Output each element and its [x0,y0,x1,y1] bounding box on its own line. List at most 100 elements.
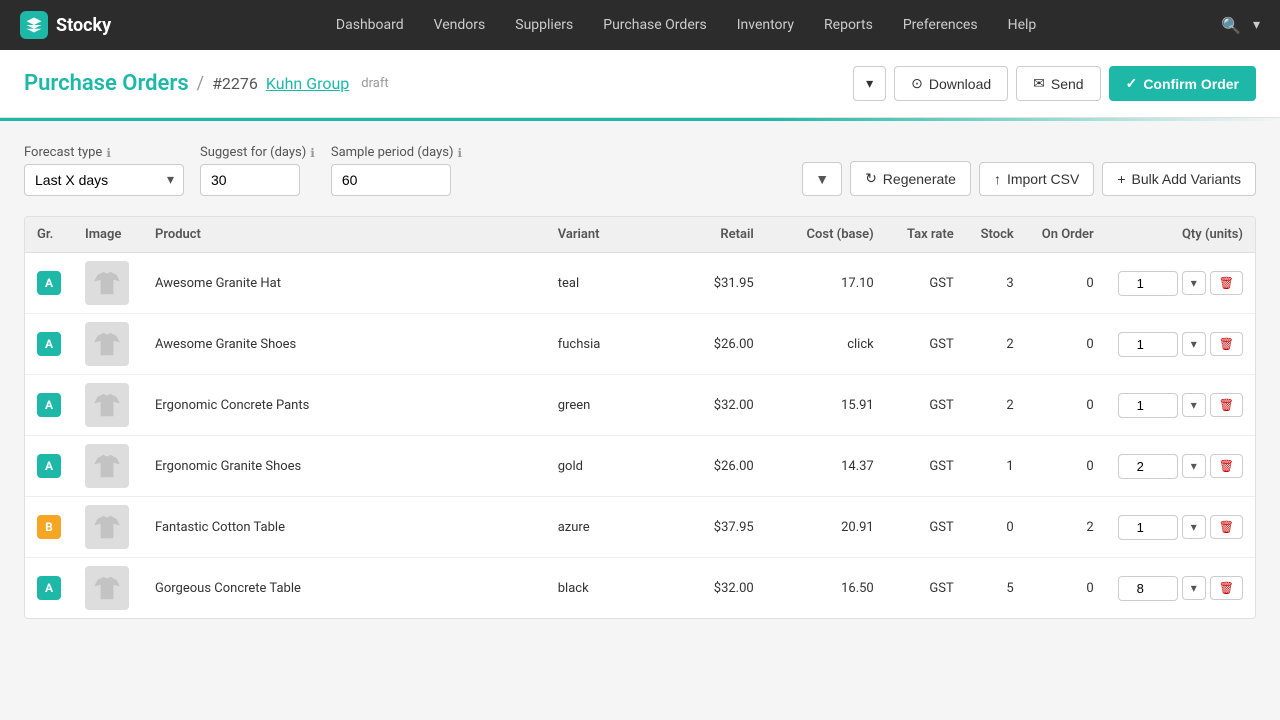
row-dropdown-button[interactable]: ▾ [1182,576,1206,600]
nav-preferences[interactable]: Preferences [891,11,990,39]
nav-reports[interactable]: Reports [812,11,885,39]
cell-grade: A [25,436,73,497]
filter-button[interactable]: ▼ [802,162,842,196]
qty-input[interactable] [1118,576,1178,601]
table-row: B Fantastic Cotton Table azure $37.95 20… [25,497,1255,558]
row-delete-button[interactable]: 🗑 [1210,271,1243,295]
cell-on-order: 0 [1026,253,1106,314]
cell-variant: green [546,375,666,436]
breadcrumb-parent[interactable]: Purchase Orders [24,71,189,96]
suggest-days-input[interactable]: 30 [200,164,300,196]
qty-input[interactable] [1118,332,1178,357]
app-name: Stocky [56,15,111,36]
cell-grade: B [25,497,73,558]
table-row: A Awesome Granite Hat teal $31.95 17.10 … [25,253,1255,314]
send-button[interactable]: ✉ Send [1016,66,1100,101]
sample-period-group: Sample period (days) ℹ 60 [331,145,462,196]
sample-period-label: Sample period (days) ℹ [331,145,462,160]
breadcrumb-supplier[interactable]: Kuhn Group [266,74,349,93]
cell-on-order: 2 [1026,497,1106,558]
cell-cost: 16.50 [766,558,886,619]
grade-badge: A [37,576,61,600]
grade-badge: A [37,271,61,295]
product-thumbnail [85,261,129,305]
row-actions: ▾ 🗑 [1118,271,1243,296]
row-dropdown-button[interactable]: ▾ [1182,393,1206,417]
row-dropdown-button[interactable]: ▾ [1182,515,1206,539]
nav-suppliers[interactable]: Suppliers [503,11,585,39]
product-thumbnail [85,322,129,366]
cell-cost: click [766,314,886,375]
forecast-type-label: Forecast type ℹ [24,145,184,160]
forecast-type-select-wrap: Last X days Last 30 days Last 60 days La… [24,164,184,196]
nav-help[interactable]: Help [996,11,1049,39]
cell-retail: $37.95 [666,497,766,558]
col-header-tax: Tax rate [886,217,966,253]
cell-tax-rate: GST [886,253,966,314]
nav-vendors[interactable]: Vendors [422,11,498,39]
regenerate-button[interactable]: ↻ Regenerate [850,161,971,196]
grade-badge: A [37,393,61,417]
import-csv-button[interactable]: ↑ Import CSV [979,162,1094,196]
logo[interactable]: Stocky [20,11,111,39]
cell-image [73,314,143,375]
cell-product: Awesome Granite Shoes [143,314,546,375]
grade-badge: A [37,332,61,356]
product-thumbnail [85,505,129,549]
col-header-cost: Cost (base) [766,217,886,253]
cell-product: Fantastic Cotton Table [143,497,546,558]
breadcrumb-status: draft [361,76,388,91]
row-dropdown-button[interactable]: ▾ [1182,271,1206,295]
cell-qty: ▾ 🗑 [1106,436,1255,497]
breadcrumb: Purchase Orders / #2276 Kuhn Group draft [24,71,389,96]
cell-stock: 3 [966,253,1026,314]
qty-input[interactable] [1118,393,1178,418]
suggest-days-label: Suggest for (days) ℹ [200,145,315,160]
qty-input[interactable] [1118,271,1178,296]
nav-inventory[interactable]: Inventory [725,11,806,39]
cell-cost: 17.10 [766,253,886,314]
cell-qty: ▾ 🗑 [1106,375,1255,436]
qty-input[interactable] [1118,454,1178,479]
checkmark-icon: ✓ [1126,75,1138,92]
filter-row: Forecast type ℹ Last X days Last 30 days… [24,145,1256,196]
sample-period-input[interactable]: 60 [331,164,451,196]
main-content: Forecast type ℹ Last X days Last 30 days… [0,121,1280,643]
nav-purchase-orders[interactable]: Purchase Orders [591,11,718,39]
row-actions: ▾ 🗑 [1118,393,1243,418]
row-delete-button[interactable]: 🗑 [1210,332,1243,356]
cell-retail: $26.00 [666,314,766,375]
cell-grade: A [25,253,73,314]
suggest-days-info-icon[interactable]: ℹ [310,146,315,160]
confirm-order-button[interactable]: ✓ Confirm Order [1109,66,1256,101]
cell-tax-rate: GST [886,497,966,558]
forecast-type-select[interactable]: Last X days Last 30 days Last 60 days La… [24,164,184,196]
upload-icon: ↑ [994,171,1001,187]
col-header-grade: Gr. [25,217,73,253]
search-icon[interactable]: 🔍 [1221,16,1241,35]
row-dropdown-button[interactable]: ▾ [1182,332,1206,356]
bulk-add-variants-button[interactable]: + Bulk Add Variants [1102,162,1256,196]
qty-input[interactable] [1118,515,1178,540]
product-thumbnail [85,566,129,610]
nav-dashboard[interactable]: Dashboard [324,11,416,39]
download-icon: ⊙ [911,75,923,92]
row-delete-button[interactable]: 🗑 [1210,515,1243,539]
nav-dropdown-icon[interactable]: ▾ [1253,17,1260,33]
plus-icon: + [1117,171,1125,187]
sample-period-info-icon[interactable]: ℹ [458,146,463,160]
forecast-type-info-icon[interactable]: ℹ [106,146,111,160]
row-actions: ▾ 🗑 [1118,515,1243,540]
cell-tax-rate: GST [886,558,966,619]
header-actions: ▾ ⊙ Download ✉ Send ✓ Confirm Order [853,66,1256,101]
cell-tax-rate: GST [886,314,966,375]
row-dropdown-button[interactable]: ▾ [1182,454,1206,478]
logo-icon [20,11,48,39]
row-delete-button[interactable]: 🗑 [1210,576,1243,600]
suggest-days-group: Suggest for (days) ℹ 30 [200,145,315,196]
download-button[interactable]: ⊙ Download [894,66,1008,101]
actions-dropdown-button[interactable]: ▾ [853,66,886,101]
cell-stock: 2 [966,314,1026,375]
row-delete-button[interactable]: 🗑 [1210,454,1243,478]
row-delete-button[interactable]: 🗑 [1210,393,1243,417]
